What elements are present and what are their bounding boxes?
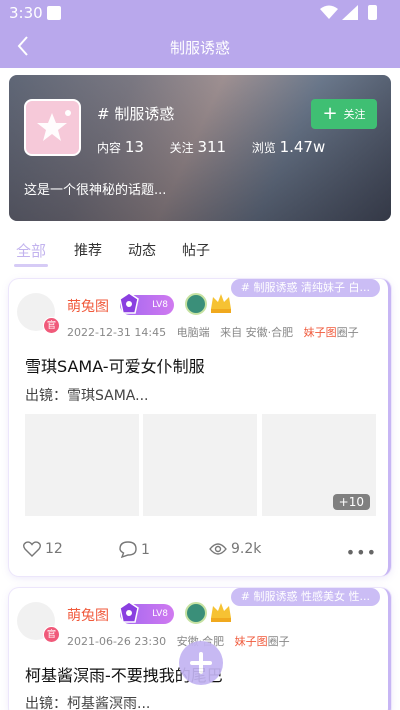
crown-gem-icon — [119, 601, 139, 623]
post-excerpt: 出镜：柯基酱溟雨... — [25, 696, 151, 710]
views-count: 1.47w — [279, 138, 326, 156]
post-tags[interactable]: # 制服诱惑 性感美女 性... — [230, 588, 380, 606]
crown-gem-icon — [119, 292, 139, 314]
topic-description: 这是一个很神秘的话题... — [24, 183, 167, 198]
topic-banner: # 制服诱惑 内容 13 关注 311 浏览 1.47w + 关注 这是一个很神… — [9, 75, 391, 221]
like-button[interactable]: 12 — [23, 541, 63, 557]
battery-icon — [368, 5, 377, 20]
follow-button[interactable]: + 关注 — [311, 99, 377, 129]
nav-row: 制服诱惑 — [0, 26, 400, 68]
page-title: 制服诱惑 — [169, 39, 230, 57]
views-label: 浏览 — [251, 141, 276, 155]
follow-label: 关注 — [169, 141, 194, 155]
plus-icon: + — [322, 103, 338, 124]
official-badge: 官 — [43, 317, 60, 334]
top-bar: 3:30 制服诱惑 — [0, 0, 400, 68]
post-location: 来自 安徽·合肥 — [220, 326, 294, 339]
level-badge: LV8 — [119, 292, 174, 315]
post-title[interactable]: 雪琪SAMA-可爱女仆制服 — [25, 353, 205, 377]
create-post-fab[interactable] — [179, 641, 223, 685]
tab-posts[interactable]: 帖子 — [182, 240, 210, 260]
like-count: 12 — [45, 541, 63, 557]
active-tab-indicator — [14, 264, 48, 267]
author-name[interactable]: 萌兔图 — [67, 605, 109, 625]
level-text: LV8 — [152, 300, 168, 310]
crown-icon — [211, 603, 231, 622]
post-actions: 12 1 9.2k ••• — [23, 541, 379, 563]
post-tags[interactable]: # 制服诱惑 清纯妹子 白... — [230, 279, 380, 297]
views-indicator: 9.2k — [209, 541, 261, 557]
circle-name[interactable]: 妹子图 — [304, 326, 337, 339]
crown-icon — [211, 294, 231, 313]
post-date: 2021-06-26 23:30 — [67, 635, 167, 648]
more-images-count: +10 — [332, 494, 370, 510]
post-card[interactable]: # 制服诱惑 清纯妹子 白... 官 萌兔图 LV8 2022-12-31 14… — [9, 279, 391, 576]
circle-name[interactable]: 妹子图 — [235, 635, 268, 648]
circle-suffix: 圈子 — [267, 635, 290, 648]
medal-icon — [185, 293, 207, 315]
image-grid: +10 — [25, 414, 376, 516]
tab-all[interactable]: 全部 — [16, 240, 46, 261]
post-meta: 2021-06-26 23:30 安徽·合肥 妹子图圈子 — [67, 633, 290, 649]
topic-stats: 内容 13 关注 311 浏览 1.47w — [97, 138, 325, 156]
signal-icon — [342, 5, 358, 20]
comment-icon — [119, 541, 137, 558]
comment-button[interactable]: 1 — [119, 541, 150, 558]
author-name[interactable]: 萌兔图 — [67, 296, 109, 316]
post-image[interactable] — [143, 414, 257, 516]
topic-name: # 制服诱惑 — [97, 105, 175, 123]
star-icon — [37, 110, 71, 141]
heart-icon — [23, 541, 41, 557]
follow-count: 311 — [197, 138, 227, 156]
follow-button-label: 关注 — [343, 108, 366, 121]
post-date: 2022-12-31 14:45 — [67, 326, 167, 339]
view-count: 9.2k — [231, 541, 262, 557]
content-label: 内容 — [97, 141, 122, 155]
circle-suffix: 圈子 — [336, 326, 359, 339]
post-device: 电脑端 — [176, 326, 210, 339]
tab-dynamics[interactable]: 动态 — [128, 240, 156, 260]
official-badge: 官 — [43, 626, 60, 643]
content-count: 13 — [124, 138, 144, 156]
level-text: LV8 — [152, 609, 168, 619]
post-excerpt: 出镜：雪琪SAMA... — [25, 388, 149, 404]
post-image[interactable] — [25, 414, 139, 516]
post-image[interactable]: +10 — [262, 414, 376, 516]
tab-recommend[interactable]: 推荐 — [74, 240, 102, 260]
comment-count: 1 — [141, 541, 150, 558]
status-bar: 3:30 — [0, 0, 400, 26]
post-meta: 2022-12-31 14:45 电脑端 来自 安徽·合肥 妹子图圈子 — [67, 324, 359, 340]
notification-icon — [47, 6, 61, 20]
tab-bar: 全部 推荐 动态 帖子 — [0, 232, 400, 270]
eye-icon — [209, 543, 227, 555]
level-badge: LV8 — [119, 601, 174, 624]
medal-icon — [185, 602, 207, 624]
more-options-icon[interactable]: ••• — [346, 543, 377, 562]
status-time: 3:30 — [9, 4, 43, 22]
topic-icon — [24, 99, 81, 156]
wifi-icon — [320, 5, 338, 19]
